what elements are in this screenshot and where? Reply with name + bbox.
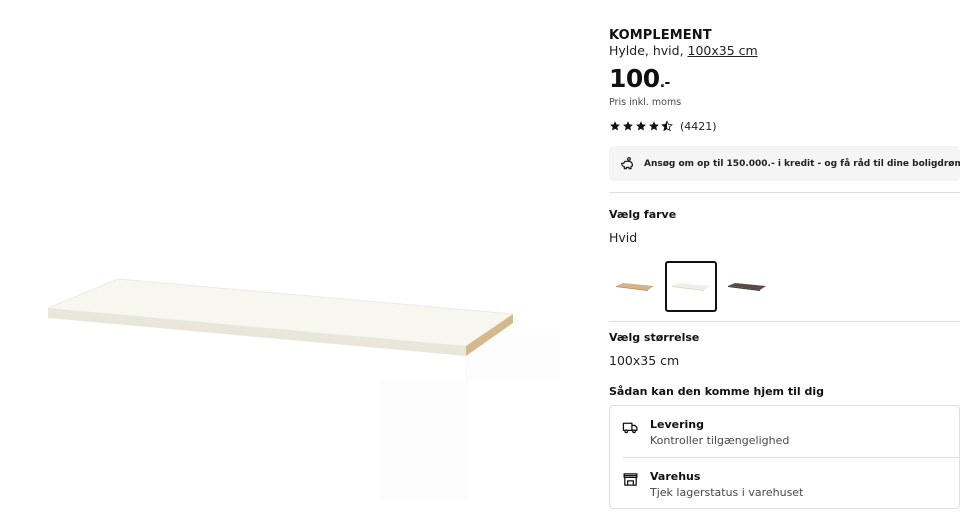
half-star-icon — [661, 120, 673, 132]
shelf-illustration — [47, 278, 560, 500]
swatch-dark-brown[interactable] — [721, 261, 773, 312]
truck-icon — [622, 419, 639, 436]
divider — [609, 321, 960, 322]
review-count: (4421) — [680, 119, 717, 133]
product-description: Hylde, hvid, 100x35 cm — [609, 43, 758, 58]
selected-size: 100x35 cm — [609, 353, 680, 368]
delivery-title: Levering — [650, 418, 705, 431]
star-icon — [636, 121, 646, 131]
swatch-wood[interactable] — [609, 261, 661, 312]
star-icon — [610, 121, 620, 131]
store-subtitle: Tjek lagerstatus i varehuset — [650, 486, 804, 499]
size-link[interactable]: 100x35 cm — [688, 43, 758, 58]
fulfilment-options: Levering Kontroller tilgængelighed Vareh… — [609, 405, 960, 509]
rating-stars — [609, 120, 673, 132]
divider — [609, 192, 960, 193]
price-suffix: .- — [659, 75, 671, 91]
store-icon — [622, 471, 639, 488]
selected-color: Hvid — [609, 230, 638, 245]
product-image[interactable] — [0, 0, 590, 519]
price-note: Pris inkl. moms — [609, 97, 682, 108]
credit-banner[interactable]: Ansøg om op til 150.000.- i kredit - og … — [609, 146, 960, 181]
price: 100.- — [609, 64, 670, 93]
product-info-panel: KOMPLEMENT Hylde, hvid, 100x35 cm 100.- … — [609, 0, 960, 519]
star-icon — [623, 121, 633, 131]
store-title: Varehus — [650, 470, 701, 483]
store-option[interactable]: Varehus Tjek lagerstatus i varehuset — [610, 458, 960, 508]
color-swatches — [609, 261, 777, 312]
color-section-title: Vælg farve — [609, 208, 677, 221]
swatch-white[interactable] — [665, 261, 717, 312]
star-icon — [649, 121, 659, 131]
product-description-text: Hylde, hvid, — [609, 43, 688, 58]
delivery-subtitle: Kontroller tilgængelighed — [650, 434, 790, 447]
fulfilment-section-title: Sådan kan den komme hjem til dig — [609, 385, 824, 398]
size-section-title: Vælg størrelse — [609, 331, 700, 344]
price-value: 100 — [609, 64, 660, 93]
rating[interactable]: (4421) — [609, 119, 717, 133]
delivery-option[interactable]: Levering Kontroller tilgængelighed — [610, 406, 960, 456]
credit-banner-text: Ansøg om op til 150.000.- i kredit - og … — [644, 158, 960, 169]
piggy-bank-icon — [619, 156, 635, 172]
product-name: KOMPLEMENT — [609, 28, 712, 43]
